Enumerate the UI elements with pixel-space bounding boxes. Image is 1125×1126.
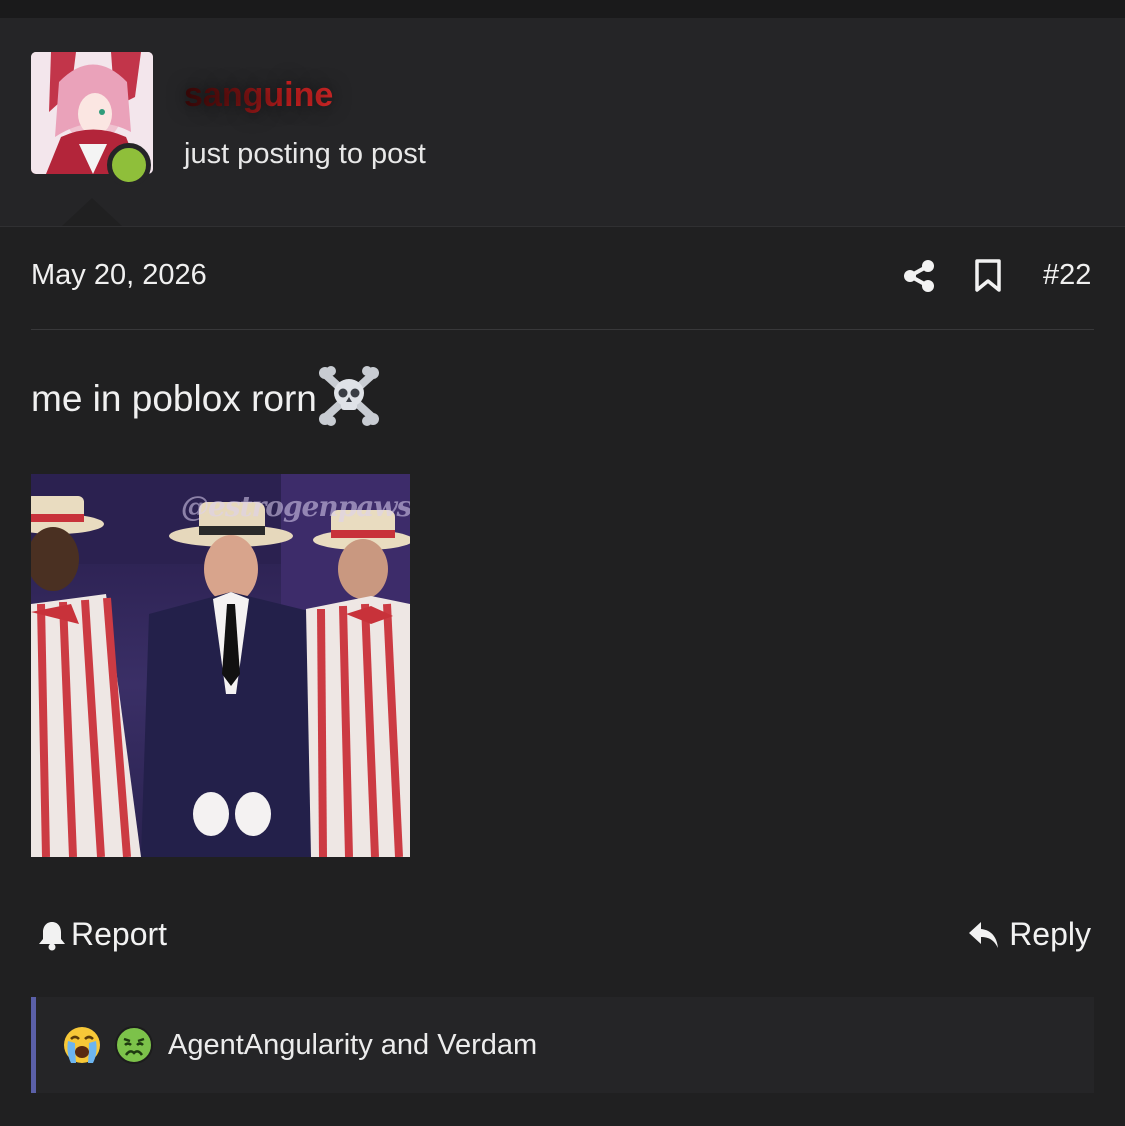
post-number[interactable]: #22 (1043, 259, 1091, 292)
post-image[interactable]: @estrogenpaws (31, 474, 410, 857)
user-title: just posting to post (184, 138, 426, 170)
divider (31, 329, 1094, 330)
reply-arrow-icon (969, 921, 999, 948)
reply-button[interactable]: Reply (967, 916, 1091, 953)
share-icon[interactable] (901, 258, 937, 294)
report-button[interactable]: Report (37, 916, 167, 953)
post-body: me in poblox rorn (31, 366, 379, 426)
online-status-indicator (107, 143, 151, 187)
top-edge (0, 0, 1125, 18)
image-watermark: @estrogenpaws (181, 490, 410, 523)
bell-icon (39, 921, 65, 950)
report-label: Report (71, 916, 168, 952)
nauseated-face-icon (115, 1026, 153, 1064)
username[interactable]: sanguine (184, 76, 333, 115)
bookmark-icon[interactable] (974, 259, 1002, 293)
loudly-crying-face-icon (64, 1027, 100, 1063)
reply-label: Reply (1009, 916, 1091, 952)
header-pointer (62, 198, 122, 226)
user-header: sanguine just posting to post (0, 18, 1125, 227)
reactions-bar[interactable]: AgentAngularity and Verdam (31, 997, 1094, 1093)
skull-and-crossbones-icon (318, 366, 379, 426)
post-image-graphic (31, 474, 410, 857)
post-date[interactable]: May 20, 2026 (31, 259, 207, 292)
post-text: me in poblox rorn (31, 378, 317, 419)
reaction-users[interactable]: AgentAngularity and Verdam (168, 1029, 537, 1062)
